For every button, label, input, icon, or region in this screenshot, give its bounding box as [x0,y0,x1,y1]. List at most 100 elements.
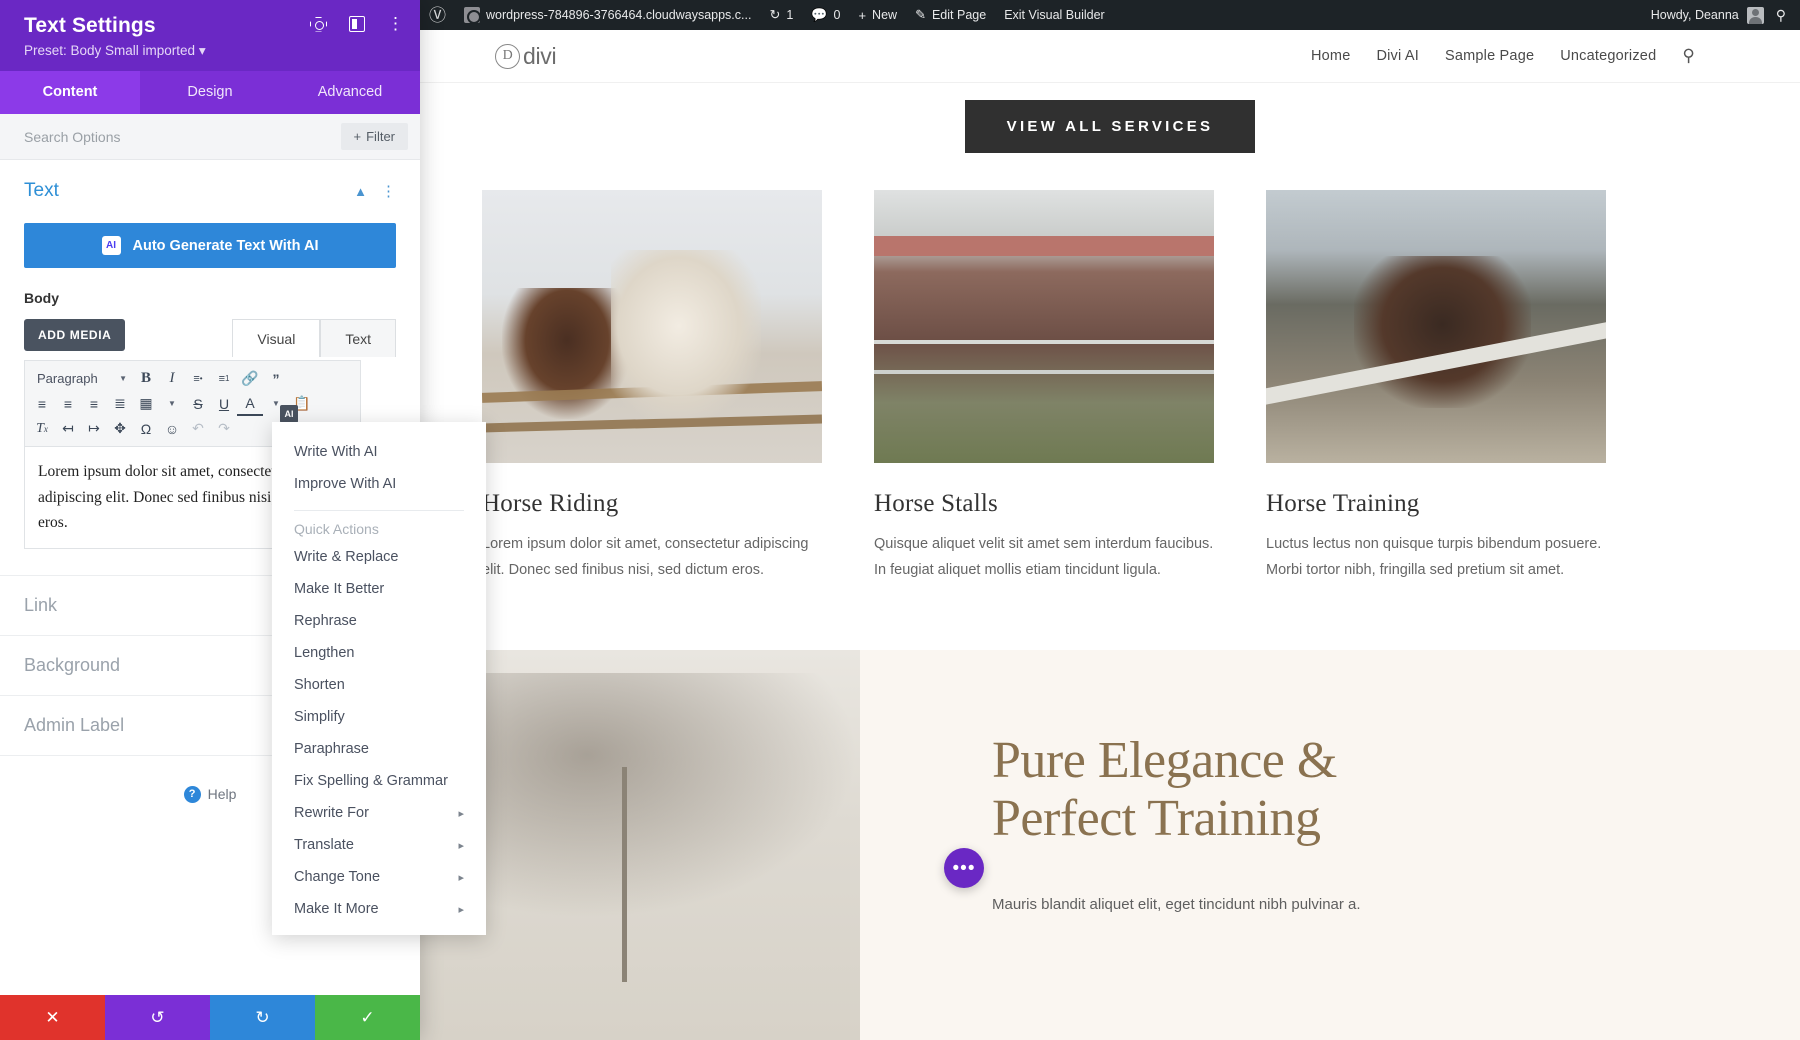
align-justify-icon[interactable]: ≣ [107,391,133,416]
filter-label: Filter [366,129,395,144]
nav-item-divi-ai[interactable]: Divi AI [1376,48,1419,64]
layout-panel-icon[interactable] [349,16,365,32]
menu-item-rewrite-for[interactable]: Rewrite For ▸ [272,797,486,829]
menu-item-rephrase[interactable]: Rephrase [272,605,486,637]
link-icon[interactable]: 🔗 [237,366,263,391]
chevron-down-icon: ▼ [119,374,127,383]
auto-generate-text-with-ai-button[interactable]: AI Auto Generate Text With AI [24,223,396,268]
menu-item-write-with-ai[interactable]: Write With AI [272,436,486,468]
panel-tabs: Content Design Advanced [0,71,420,114]
toolbar-row-2: ≡ ≡ ≡ ≣ ▦ ▼ S U A ▼ 📋 [29,391,356,416]
menu-item-label: Rephrase [294,613,357,629]
question-icon: ? [183,785,201,803]
special-character-icon[interactable]: Ω [133,416,159,441]
menu-item-label: Improve With AI [294,476,397,492]
bold-icon[interactable]: B [133,366,159,391]
pencil-icon: ✎ [915,7,926,22]
menu-item-write-and-replace[interactable]: Write & Replace [272,541,486,573]
emoji-icon[interactable]: ☺ [159,416,185,441]
undo-icon[interactable]: ↶ [185,416,211,441]
nav-item-uncategorized[interactable]: Uncategorized [1560,48,1656,64]
edit-page-button[interactable]: ✎ Edit Page [906,0,995,30]
lower-title-line2: Perfect Training [992,790,1321,848]
close-icon[interactable]: ✕ [0,995,105,1040]
fullscreen-icon[interactable]: ✥ [107,416,133,441]
service-card: Horse Stalls Quisque aliquet velit sit a… [874,190,1214,584]
site-header: D divi Home Divi AI Sample Page Uncatego… [420,30,1800,82]
menu-item-paraphrase[interactable]: Paraphrase [272,733,486,765]
tab-advanced[interactable]: Advanced [280,71,420,114]
table-chevron-down-icon[interactable]: ▼ [159,391,185,416]
paragraph-format-select[interactable]: Paragraph ▼ [29,366,133,391]
tab-content[interactable]: Content [0,71,140,114]
updates-button[interactable]: ↻ 1 [760,0,802,30]
italic-icon[interactable]: I [159,366,185,391]
site-logo[interactable]: D divi [495,42,557,70]
menu-item-change-tone[interactable]: Change Tone ▸ [272,861,486,893]
focus-icon[interactable] [310,17,327,32]
site-name-button[interactable]: wordpress-784896-3766464.cloudwaysapps.c… [455,0,760,30]
table-icon[interactable]: ▦ [133,391,159,416]
search-icon[interactable]: ⚲ [1682,46,1695,66]
menu-item-make-it-better[interactable]: Make It Better [272,573,486,605]
menu-item-label: Paraphrase [294,741,369,757]
chevron-right-icon: ▸ [458,807,464,820]
align-left-icon[interactable]: ≡ [29,391,55,416]
wp-logo-button[interactable]: Ⓥ [420,0,455,30]
chevron-up-icon[interactable]: ▲ [354,184,367,199]
menu-item-shorten[interactable]: Shorten [272,669,486,701]
outdent-icon[interactable]: ↤ [55,416,81,441]
lower-title-line1: Pure Elegance & [992,732,1337,789]
nav-item-home[interactable]: Home [1311,48,1350,64]
card-body: Lorem ipsum dolor sit amet, consectetur … [482,536,809,578]
blockquote-icon[interactable]: ” [263,366,289,391]
menu-item-translate[interactable]: Translate ▸ [272,829,486,861]
edit-page-label: Edit Page [931,8,987,22]
view-all-services-button[interactable]: VIEW ALL SERVICES [964,100,1256,153]
module-options-fab[interactable]: ••• [944,848,984,888]
exit-visual-builder-button[interactable]: Exit Visual Builder [995,0,1114,30]
kebab-menu-icon[interactable]: ⋮ [387,15,404,32]
strikethrough-icon[interactable]: S [185,391,211,416]
comments-button[interactable]: 💬 0 [802,0,849,30]
bulleted-list-icon[interactable]: ≡ • [185,366,211,391]
numbered-list-icon[interactable]: ≡ 1 [211,366,237,391]
menu-item-label: Make It More [294,901,379,917]
search-input[interactable]: Search Options [24,129,121,145]
undo-icon[interactable]: ↺ [105,995,210,1040]
search-icon[interactable]: ⚲ [1776,7,1792,24]
clear-formatting-icon[interactable]: Tx [29,416,55,441]
filter-button[interactable]: + Filter [340,123,408,150]
kebab-menu-icon[interactable]: ⋮ [381,184,396,199]
menu-item-label: Shorten [294,677,345,693]
save-icon[interactable]: ✓ [315,995,420,1040]
divi-logo-text: divi [523,42,557,69]
redo-icon[interactable]: ↻ [210,995,315,1040]
nav-item-sample-page[interactable]: Sample Page [1445,48,1534,64]
menu-item-simplify[interactable]: Simplify [272,701,486,733]
panel-preset-selector[interactable]: Preset: Body Small imported ▾ [24,43,402,59]
card-body: Luctus lectus non quisque turpis bibendu… [1266,536,1602,578]
admin-bar-right: Howdy, Deanna ⚲ [1642,0,1800,30]
editor-tab-visual[interactable]: Visual [232,319,321,357]
card-title: Horse Riding [482,490,619,517]
add-media-button[interactable]: ADD MEDIA [24,319,126,351]
text-color-icon[interactable]: A [237,391,263,416]
plus-icon: + [353,129,362,144]
redo-icon[interactable]: ↷ [211,416,237,441]
howdy-label: Howdy, Deanna [1650,8,1739,22]
new-content-button[interactable]: + New [849,0,906,30]
tab-design[interactable]: Design [140,71,280,114]
account-menu[interactable]: Howdy, Deanna [1642,0,1768,30]
menu-item-lengthen[interactable]: Lengthen [272,637,486,669]
underline-icon[interactable]: U [211,391,237,416]
wp-admin-bar: Ⓥ wordpress-784896-3766464.cloudwaysapps… [420,0,1800,30]
align-right-icon[interactable]: ≡ [81,391,107,416]
menu-item-make-it-more[interactable]: Make It More ▸ [272,893,486,925]
ai-chip-icon[interactable]: AI [280,405,298,423]
indent-icon[interactable]: ↦ [81,416,107,441]
editor-tab-text[interactable]: Text [320,319,396,357]
menu-item-improve-with-ai[interactable]: Improve With AI [272,468,486,500]
menu-item-fix-spelling-and-grammar[interactable]: Fix Spelling & Grammar [272,765,486,797]
align-center-icon[interactable]: ≡ [55,391,81,416]
